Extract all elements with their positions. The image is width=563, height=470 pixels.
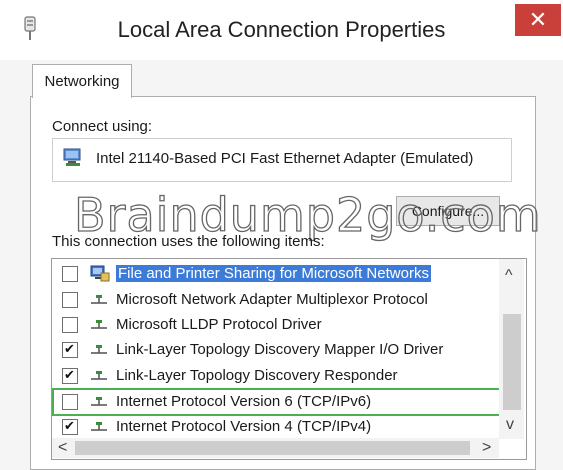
checkmark-icon: ✔ (64, 418, 75, 433)
item-label: Microsoft Network Adapter Multiplexor Pr… (116, 291, 428, 308)
protocol-icon (91, 320, 107, 329)
adapter-name: Intel 21140-Based PCI Fast Ethernet Adap… (96, 150, 474, 167)
item-label: Microsoft LLDP Protocol Driver (116, 316, 322, 333)
list-item[interactable]: Microsoft Network Adapter Multiplexor Pr… (54, 288, 499, 312)
list-item[interactable]: ✔ Internet Protocol Version 4 (TCP/IPv4) (54, 415, 499, 439)
list-item[interactable]: Microsoft LLDP Protocol Driver (54, 313, 499, 337)
horizontal-scroll-thumb[interactable] (75, 441, 470, 455)
item-checkbox[interactable]: ✔ (62, 419, 78, 435)
connect-using-label: Connect using: (52, 118, 153, 135)
list-item[interactable]: ✔ Link-Layer Topology Discovery Mapper I… (54, 338, 499, 362)
item-label: Internet Protocol Version 4 (TCP/IPv4) (116, 418, 372, 435)
item-checkbox[interactable] (62, 292, 78, 308)
scroll-right-icon[interactable]: > (482, 440, 491, 456)
window-title: Local Area Connection Properties (117, 17, 446, 42)
list-item[interactable]: ✔ Link-Layer Topology Discovery Responde… (54, 364, 499, 388)
protocol-icon (91, 295, 107, 304)
item-label: Link-Layer Topology Discovery Responder (116, 367, 398, 384)
protocol-icon (91, 422, 107, 431)
protocol-icon (91, 345, 107, 354)
item-label: File and Printer Sharing for Microsoft N… (116, 265, 431, 282)
item-checkbox[interactable] (62, 394, 78, 410)
network-adapter-icon (63, 148, 81, 166)
items-label: This connection uses the following items… (52, 233, 325, 250)
vertical-scroll-thumb[interactable] (503, 314, 521, 410)
title-bar[interactable]: Local Area Connection Properties ✕ (0, 0, 563, 60)
item-checkbox[interactable] (62, 266, 78, 282)
item-label: Internet Protocol Version 6 (TCP/IPv6) (116, 393, 372, 410)
tab-networking[interactable]: Networking (32, 64, 132, 98)
scroll-left-icon[interactable]: < (58, 440, 67, 456)
checkmark-icon: ✔ (64, 367, 75, 382)
scroll-up-icon[interactable]: ^ (505, 268, 513, 284)
close-button[interactable]: ✕ (515, 4, 561, 36)
protocol-icon (91, 397, 107, 406)
list-item[interactable]: File and Printer Sharing for Microsoft N… (54, 262, 499, 286)
protocol-icon (91, 371, 107, 380)
list-item[interactable]: Internet Protocol Version 6 (TCP/IPv6) (52, 388, 501, 416)
scroll-down-icon[interactable]: v (506, 417, 514, 433)
item-checkbox[interactable]: ✔ (62, 368, 78, 384)
item-label: Link-Layer Topology Discovery Mapper I/O… (116, 341, 444, 358)
network-share-icon (90, 265, 110, 282)
properties-dialog: Local Area Connection Properties ✕ Netwo… (0, 0, 563, 470)
close-icon: ✕ (528, 7, 548, 32)
checkmark-icon: ✔ (64, 341, 75, 356)
item-checkbox[interactable] (62, 317, 78, 333)
item-checkbox[interactable]: ✔ (62, 342, 78, 358)
